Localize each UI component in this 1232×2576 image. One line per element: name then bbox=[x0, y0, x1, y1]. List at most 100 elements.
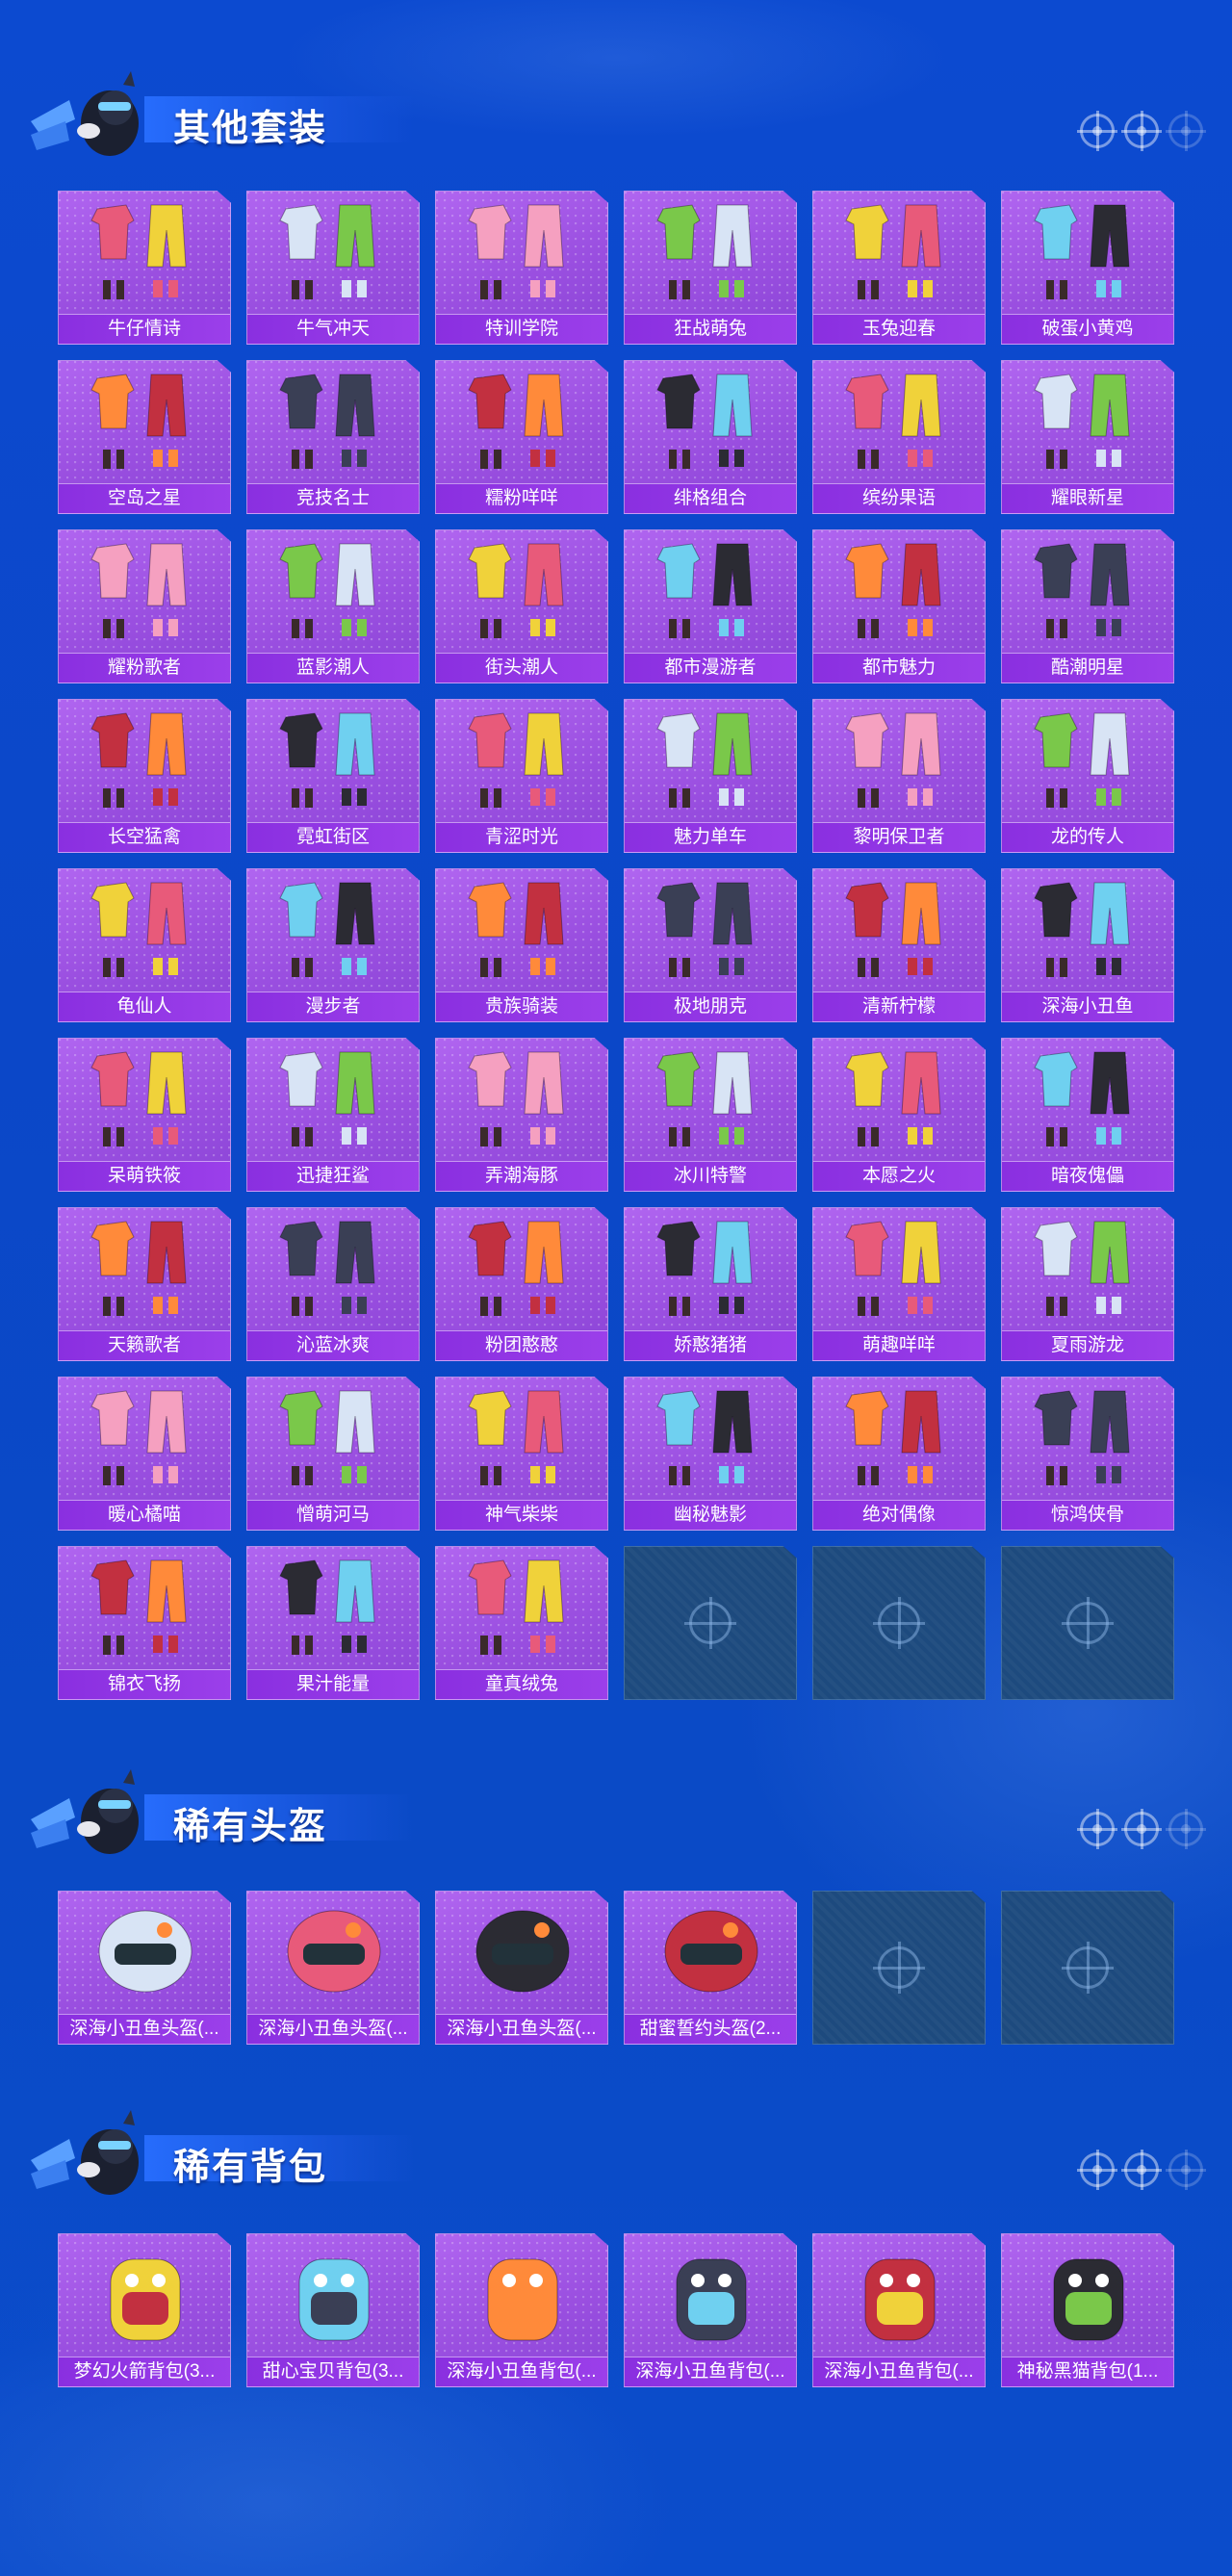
crosshair-icon bbox=[873, 1942, 925, 1994]
item-card[interactable]: 甜蜜誓约头盔(2... bbox=[624, 1891, 797, 2045]
outfit-image bbox=[468, 1051, 564, 1146]
item-card[interactable]: 夏雨游龙 bbox=[1001, 1207, 1174, 1361]
helmet-image bbox=[287, 1910, 381, 1993]
crosshair-icon bbox=[1062, 1597, 1114, 1649]
item-card[interactable]: 深海小丑鱼背包(... bbox=[812, 2233, 986, 2387]
item-label: 梦幻火箭背包(3... bbox=[59, 2357, 230, 2386]
item-card[interactable]: 牛仔情诗 bbox=[58, 191, 231, 345]
item-card[interactable]: 梦幻火箭背包(3... bbox=[58, 2233, 231, 2387]
item-grid: 牛仔情诗 牛气冲天 特训学院 狂战萌兔 玉兔迎春 破蛋小黄鸡空岛之星 竞技名士 糯粉咩咩 绯格组… bbox=[58, 191, 1174, 1700]
item-card[interactable]: 神气柴柴 bbox=[435, 1377, 608, 1531]
item-card[interactable]: 蓝影潮人 bbox=[246, 529, 420, 683]
outfit-image bbox=[90, 543, 187, 638]
item-card[interactable]: 黎明保卫者 bbox=[812, 699, 986, 853]
item-label: 黎明保卫者 bbox=[813, 822, 985, 852]
item-card[interactable]: 清新柠檬 bbox=[812, 868, 986, 1022]
item-card[interactable]: 破蛋小黄鸡 bbox=[1001, 191, 1174, 345]
item-card[interactable]: 空岛之星 bbox=[58, 360, 231, 514]
item-card[interactable]: 沁蓝冰爽 bbox=[246, 1207, 420, 1361]
item-card[interactable]: 竞技名士 bbox=[246, 360, 420, 514]
outfit-image bbox=[90, 1221, 187, 1316]
section-title: 稀有头盔 bbox=[173, 1807, 328, 1847]
item-label: 深海小丑鱼背包(... bbox=[436, 2357, 607, 2386]
outfit-image bbox=[279, 204, 375, 299]
item-label: 蓝影潮人 bbox=[247, 653, 419, 683]
item-label: 都市魅力 bbox=[813, 653, 985, 683]
section-header: 其他套装 bbox=[0, 60, 1232, 175]
item-label: 冰川特警 bbox=[625, 1161, 796, 1191]
item-card[interactable]: 绯格组合 bbox=[624, 360, 797, 514]
item-card[interactable]: 果汁能量 bbox=[246, 1546, 420, 1700]
item-card[interactable]: 酷潮明星 bbox=[1001, 529, 1174, 683]
item-card[interactable]: 深海小丑鱼头盔(... bbox=[246, 1891, 420, 2045]
item-card[interactable]: 憎萌河马 bbox=[246, 1377, 420, 1531]
item-label: 绯格组合 bbox=[625, 483, 796, 513]
item-card[interactable]: 神秘黑猫背包(1... bbox=[1001, 2233, 1174, 2387]
outfit-image bbox=[279, 1221, 375, 1316]
item-card[interactable]: 糯粉咩咩 bbox=[435, 360, 608, 514]
outfit-image bbox=[1034, 543, 1130, 638]
outfit-image bbox=[656, 1051, 753, 1146]
item-card[interactable]: 童真绒兔 bbox=[435, 1546, 608, 1700]
outfit-image bbox=[468, 882, 564, 977]
item-card[interactable]: 都市漫游者 bbox=[624, 529, 797, 683]
item-card[interactable]: 玉兔迎春 bbox=[812, 191, 986, 345]
item-card[interactable]: 深海小丑鱼头盔(... bbox=[58, 1891, 231, 2045]
item-card[interactable]: 粉团憨憨 bbox=[435, 1207, 608, 1361]
item-card[interactable]: 龙的传人 bbox=[1001, 699, 1174, 853]
item-card[interactable]: 冰川特警 bbox=[624, 1038, 797, 1192]
item-card[interactable]: 贵族骑装 bbox=[435, 868, 608, 1022]
item-card[interactable]: 特训学院 bbox=[435, 191, 608, 345]
item-card[interactable]: 漫步者 bbox=[246, 868, 420, 1022]
crosshair-icon bbox=[684, 1597, 736, 1649]
item-label: 极地朋克 bbox=[625, 992, 796, 1021]
item-label: 深海小丑鱼背包(... bbox=[625, 2357, 796, 2386]
item-card[interactable]: 深海小丑鱼背包(... bbox=[624, 2233, 797, 2387]
item-card[interactable]: 耀粉歌者 bbox=[58, 529, 231, 683]
item-card[interactable]: 惊鸿侠骨 bbox=[1001, 1377, 1174, 1531]
item-card[interactable]: 极地朋克 bbox=[624, 868, 797, 1022]
item-card[interactable]: 长空猛禽 bbox=[58, 699, 231, 853]
outfit-image bbox=[468, 204, 564, 299]
item-card[interactable]: 青涩时光 bbox=[435, 699, 608, 853]
item-card[interactable]: 霓虹街区 bbox=[246, 699, 420, 853]
outfit-image bbox=[279, 712, 375, 808]
item-card[interactable]: 耀眼新星 bbox=[1001, 360, 1174, 514]
item-card[interactable]: 都市魅力 bbox=[812, 529, 986, 683]
item-card[interactable]: 天籁歌者 bbox=[58, 1207, 231, 1361]
item-card[interactable]: 暖心橘喵 bbox=[58, 1377, 231, 1531]
item-card[interactable]: 弄潮海豚 bbox=[435, 1038, 608, 1192]
item-card[interactable]: 深海小丑鱼头盔(... bbox=[435, 1891, 608, 2045]
item-card[interactable]: 幽秘魅影 bbox=[624, 1377, 797, 1531]
item-card[interactable]: 狂战萌兔 bbox=[624, 191, 797, 345]
item-card[interactable]: 甜心宝贝背包(3... bbox=[246, 2233, 420, 2387]
item-card[interactable]: 牛气冲天 bbox=[246, 191, 420, 345]
item-card[interactable]: 深海小丑鱼 bbox=[1001, 868, 1174, 1022]
outfit-image bbox=[845, 1221, 941, 1316]
outfit-image bbox=[279, 1390, 375, 1485]
item-card[interactable]: 街头潮人 bbox=[435, 529, 608, 683]
item-card[interactable]: 迅捷狂鲨 bbox=[246, 1038, 420, 1192]
item-card[interactable]: 萌趣咩咩 bbox=[812, 1207, 986, 1361]
item-card[interactable]: 锦衣飞扬 bbox=[58, 1546, 231, 1700]
item-card[interactable]: 魅力单车 bbox=[624, 699, 797, 853]
item-label: 龟仙人 bbox=[59, 992, 230, 1021]
outfit-image bbox=[279, 374, 375, 469]
decor-targets bbox=[1077, 111, 1206, 151]
item-card[interactable]: 娇憨猪猪 bbox=[624, 1207, 797, 1361]
item-label: 甜心宝贝背包(3... bbox=[247, 2357, 419, 2386]
crosshair-icon bbox=[1166, 1809, 1206, 1849]
empty-slot bbox=[1001, 1546, 1174, 1700]
item-card[interactable]: 绝对偶像 bbox=[812, 1377, 986, 1531]
item-card[interactable]: 暗夜傀儡 bbox=[1001, 1038, 1174, 1192]
item-card[interactable]: 缤纷果语 bbox=[812, 360, 986, 514]
item-card[interactable]: 龟仙人 bbox=[58, 868, 231, 1022]
item-card[interactable]: 本愿之火 bbox=[812, 1038, 986, 1192]
outfit-image bbox=[656, 712, 753, 808]
outfit-image bbox=[656, 1221, 753, 1316]
outfit-image bbox=[1034, 1390, 1130, 1485]
backpack-image bbox=[1053, 2258, 1124, 2341]
item-card[interactable]: 深海小丑鱼背包(... bbox=[435, 2233, 608, 2387]
item-card[interactable]: 呆萌铁筱 bbox=[58, 1038, 231, 1192]
outfit-image bbox=[1034, 374, 1130, 469]
